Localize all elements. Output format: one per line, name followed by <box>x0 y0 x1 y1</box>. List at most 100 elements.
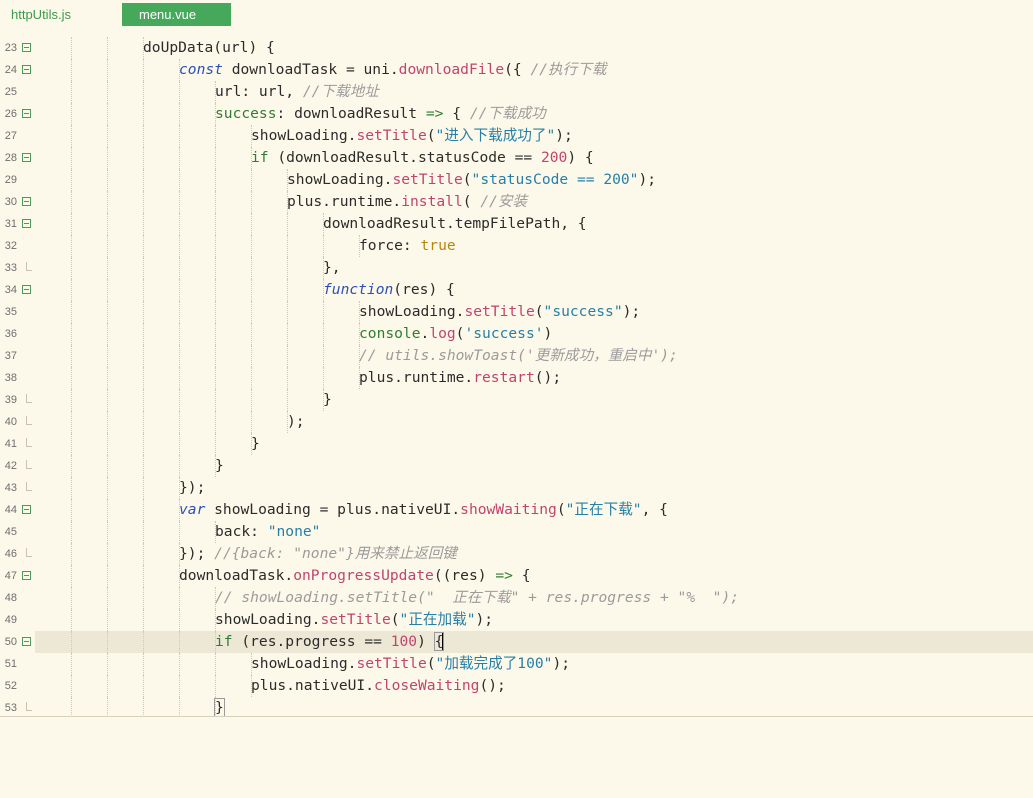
indent-guide <box>179 675 180 697</box>
indent-guide <box>143 59 144 81</box>
tab-menu-vue[interactable]: menu.vue <box>122 3 231 26</box>
indent-guide <box>179 81 180 103</box>
fold-end-marker-icon <box>26 548 32 557</box>
code-text: doUpData(url) { <box>143 37 275 59</box>
line-number: 50 <box>4 636 17 648</box>
code-token: setTitle <box>356 127 427 144</box>
code-text: // showLoading.setTitle(" 正在下载" + res.pr… <box>215 587 739 609</box>
code-text: if (res.progress == 100) { <box>215 631 445 653</box>
indent-guide <box>143 81 144 103</box>
code-line[interactable]: 34 function(res) { <box>0 279 1033 301</box>
code-line[interactable]: 40); <box>0 411 1033 433</box>
code-line[interactable]: 33}, <box>0 257 1033 279</box>
indent-guide <box>215 279 216 301</box>
indent-guide <box>179 367 180 389</box>
indent-guide <box>179 257 180 279</box>
code-line[interactable]: 47 downloadTask.onProgressUpdate((res) =>… <box>0 565 1033 587</box>
tab-httputils[interactable]: httpUtils.js <box>0 3 122 26</box>
code-line[interactable]: 51 showLoading.setTitle("加载完成了100"); <box>0 653 1033 675</box>
code-line[interactable]: 24 const downloadTask = uni.downloadFile(… <box>0 59 1033 81</box>
indent-guide <box>71 345 72 367</box>
code-text: }); //{back: "none"}用来禁止返回键 <box>179 543 457 565</box>
indent-guide <box>215 675 216 697</box>
fold-end-marker-icon <box>26 416 32 425</box>
code-line[interactable]: 23 doUpData(url) { <box>0 37 1033 59</box>
code-line[interactable]: 38 plus.runtime.restart(); <box>0 367 1033 389</box>
code-line[interactable]: 36 console.log('success') <box>0 323 1033 345</box>
indent-guide <box>107 125 108 147</box>
code-line[interactable]: 43}); <box>0 477 1033 499</box>
code-line[interactable]: 27 showLoading.setTitle("进入下载成功了"); <box>0 125 1033 147</box>
code-line[interactable]: 49 showLoading.setTitle("正在加载"); <box>0 609 1033 631</box>
indent-guide <box>179 389 180 411</box>
code-line[interactable]: 42} <box>0 455 1033 477</box>
indent-guide <box>215 389 216 411</box>
code-token: "statusCode == 200" <box>471 171 639 188</box>
fold-collapse-icon[interactable] <box>22 571 31 580</box>
code-line[interactable]: 37 // utils.showToast('更新成功，重启中'); <box>0 345 1033 367</box>
code-token: : downloadResult <box>276 105 426 122</box>
code-token: { <box>512 567 531 584</box>
code-line[interactable]: 44 var showLoading = plus.nativeUI.showWa… <box>0 499 1033 521</box>
fold-collapse-icon[interactable] <box>22 637 31 646</box>
indent-guide <box>71 37 72 59</box>
code-line[interactable]: 31 downloadResult.tempFilePath, { <box>0 213 1033 235</box>
code-token: { <box>443 105 470 122</box>
indent-guide <box>71 279 72 301</box>
code-token: "正在下载" <box>565 501 642 518</box>
code-line[interactable]: 28 if (downloadResult.statusCode == 200) … <box>0 147 1033 169</box>
fold-collapse-icon[interactable] <box>22 109 31 118</box>
code-token: (res) { <box>393 281 455 298</box>
indent-guide <box>143 345 144 367</box>
indent-guide <box>143 323 144 345</box>
indent-guide <box>71 191 72 213</box>
code-text: ); <box>287 411 305 433</box>
code-line[interactable]: 41} <box>0 433 1033 455</box>
indent-guide <box>143 587 144 609</box>
code-token: setTitle <box>392 171 463 188</box>
indent-guide <box>71 499 72 521</box>
code-line[interactable]: 25 url: url, //下载地址 <box>0 81 1033 103</box>
code-line[interactable]: 46}); //{back: "none"}用来禁止返回键 <box>0 543 1033 565</box>
code-line[interactable]: 50 if (res.progress == 100) { <box>0 631 1033 653</box>
code-text: success: downloadResult => { //下载成功 <box>215 103 546 125</box>
code-editor[interactable]: 23 doUpData(url) {24 const downloadTask = … <box>0 37 1033 717</box>
code-line[interactable]: 39} <box>0 389 1033 411</box>
code-line[interactable]: 48 // showLoading.setTitle(" 正在下载" + res.… <box>0 587 1033 609</box>
code-token: downloadFile <box>398 61 505 78</box>
indent-guide <box>251 235 252 257</box>
line-number: 24 <box>4 64 17 76</box>
code-text: plus.nativeUI.closeWaiting(); <box>251 675 506 697</box>
indent-guide <box>179 191 180 213</box>
code-token: => <box>495 567 513 584</box>
fold-collapse-icon[interactable] <box>22 505 31 514</box>
fold-collapse-icon[interactable] <box>22 153 31 162</box>
line-number: 32 <box>4 240 17 252</box>
code-line[interactable]: 35 showLoading.setTitle("success"); <box>0 301 1033 323</box>
code-token: ( <box>462 193 481 210</box>
fold-collapse-icon[interactable] <box>22 219 31 228</box>
code-line[interactable]: 45 back: "none" <box>0 521 1033 543</box>
code-token: ( <box>426 127 436 144</box>
fold-collapse-icon[interactable] <box>22 43 31 52</box>
code-text: showLoading.setTitle("加载完成了100"); <box>251 653 570 675</box>
fold-collapse-icon[interactable] <box>22 285 31 294</box>
code-token: ( <box>462 171 472 188</box>
code-token: }, <box>323 259 341 276</box>
indent-guide <box>107 609 108 631</box>
code-line[interactable]: 29 showLoading.setTitle("statusCode == 20… <box>0 169 1033 191</box>
fold-collapse-icon[interactable] <box>22 65 31 74</box>
code-line[interactable]: 32 force: true <box>0 235 1033 257</box>
code-line[interactable]: 52 plus.nativeUI.closeWaiting(); <box>0 675 1033 697</box>
code-line[interactable]: 30 plus.runtime.install( //安装 <box>0 191 1033 213</box>
indent-guide <box>143 565 144 587</box>
indent-guide <box>71 477 72 499</box>
line-number: 43 <box>4 482 17 494</box>
indent-guide <box>143 213 144 235</box>
code-line[interactable]: 26 success: downloadResult => { //下载成功 <box>0 103 1033 125</box>
code-line[interactable]: 53} <box>0 697 1033 717</box>
indent-guide <box>143 653 144 675</box>
code-token: showLoading. <box>251 127 357 144</box>
fold-collapse-icon[interactable] <box>22 197 31 206</box>
code-token: if <box>251 149 269 166</box>
